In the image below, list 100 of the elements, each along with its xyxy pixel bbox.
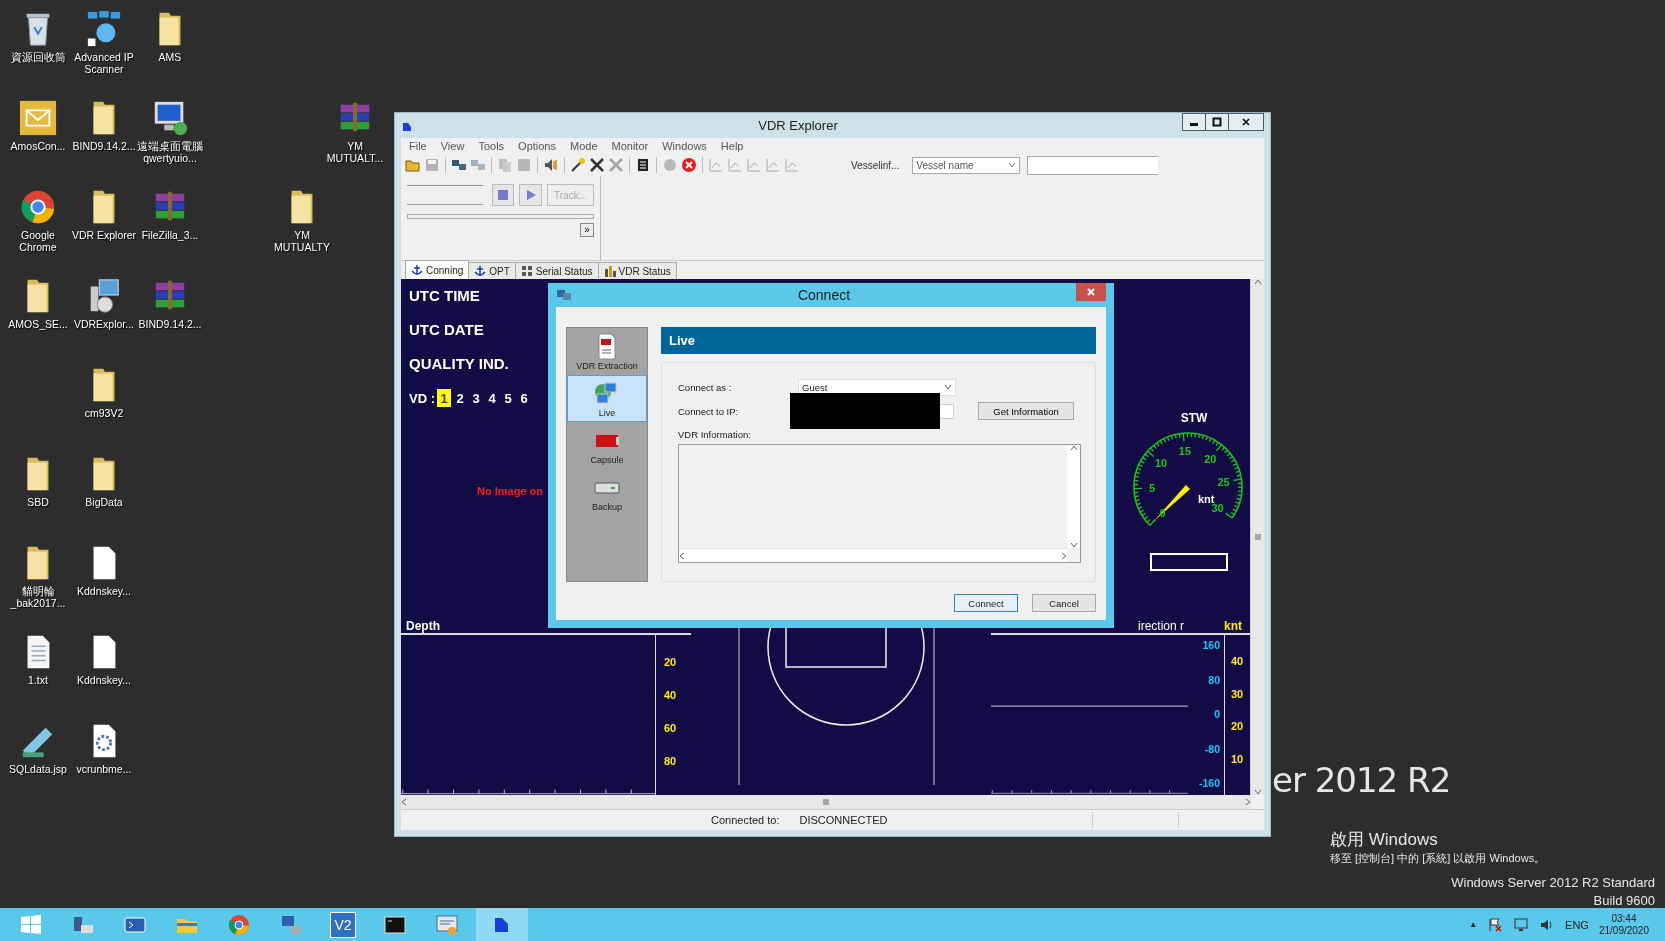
scroll-left-icon[interactable] <box>401 798 407 806</box>
scroll-up-icon[interactable] <box>1253 279 1262 285</box>
panel-title: irection r <box>1137 619 1185 633</box>
tab[interactable]: Serial Status <box>514 262 599 279</box>
close-button[interactable] <box>1076 283 1106 301</box>
folder-open-icon[interactable] <box>405 157 421 173</box>
gauge-number: 5 <box>1148 482 1156 494</box>
icon-label: AmosCon... <box>10 140 66 152</box>
close-button[interactable] <box>1228 113 1264 131</box>
scroll-left-icon[interactable] <box>679 551 685 560</box>
icon-label: Kddnskey... <box>76 585 132 597</box>
computers-icon[interactable] <box>451 157 467 173</box>
status-label: Connected to: <box>711 814 780 826</box>
icon-label: SQLdata.jsp <box>9 763 67 775</box>
cancel-button[interactable]: Cancel <box>1032 594 1096 612</box>
axis-label: 160 <box>1201 639 1220 651</box>
navigation-item[interactable]: Backup <box>567 469 647 516</box>
text-field[interactable] <box>1027 155 1159 175</box>
vessel-name-dropdown[interactable]: Vessel name <box>912 156 1021 174</box>
window-app-icon[interactable] <box>435 912 459 937</box>
gauge-number: 15 <box>1178 445 1192 458</box>
channel-number[interactable]: 6 <box>517 389 531 407</box>
menu-item[interactable]: Options <box>518 140 556 152</box>
play-button[interactable] <box>519 184 543 206</box>
list-icon[interactable] <box>635 157 651 173</box>
icon-label: YM MUTUALT... <box>325 140 385 164</box>
stop-button[interactable] <box>491 184 515 206</box>
menu-item[interactable]: Mode <box>570 140 598 152</box>
taskbar-button[interactable] <box>476 908 528 941</box>
tab[interactable]: OPT <box>468 262 516 279</box>
show-hidden-icons-button[interactable]: ▲ <box>1469 920 1478 929</box>
clock[interactable]: 03:44 21/09/2020 <box>1598 912 1649 937</box>
menu-item[interactable]: Help <box>720 140 744 152</box>
axis-label: -160 <box>1198 777 1220 789</box>
field-label: QUALITY IND. <box>409 355 510 374</box>
connect-button[interactable]: Connect <box>954 594 1018 612</box>
stop-icon[interactable] <box>496 189 509 201</box>
maximize-icon[interactable] <box>1212 117 1222 127</box>
computers-icon <box>556 288 572 302</box>
icon-label: SBD <box>27 496 49 508</box>
tools-icon[interactable] <box>589 157 605 173</box>
menu-item[interactable]: Tools <box>478 140 505 152</box>
info-text-area[interactable] <box>678 444 1081 563</box>
icon-label: VDR Explorer <box>71 229 137 241</box>
wand-icon[interactable] <box>570 157 586 173</box>
expand-button[interactable]: » <box>580 223 594 237</box>
language-indicator[interactable]: ENG <box>1565 918 1589 931</box>
vertical-scrollbar[interactable] <box>1250 279 1264 795</box>
icon-label: BIND9.14.2... <box>72 140 136 152</box>
envelope-icon[interactable] <box>19 99 57 137</box>
taskbar-button[interactable]: V2 <box>320 908 366 941</box>
scroll-up-icon[interactable] <box>1069 445 1078 451</box>
navigation-item[interactable]: Live <box>567 375 647 422</box>
menu-item[interactable]: File <box>409 140 427 152</box>
vd-label: VD : <box>409 390 435 406</box>
channel-number[interactable]: 4 <box>485 389 499 407</box>
horizontal-scrollbar[interactable] <box>401 795 1251 809</box>
cancel-icon[interactable] <box>681 157 697 173</box>
menu-item[interactable]: Monitor <box>611 140 649 152</box>
play-icon[interactable] <box>524 189 537 201</box>
icon-label: FileZilla_3... <box>141 229 199 241</box>
icon-label: cm93V2 <box>84 407 124 419</box>
activation-title: 啟用 Windows <box>1330 829 1438 851</box>
edition-text: Windows Server 2012 R2 Standard <box>1451 875 1655 890</box>
bars-icon <box>603 265 616 277</box>
axis-label: 80 <box>664 754 678 767</box>
menu-item[interactable]: View <box>440 140 465 152</box>
tab[interactable]: Conning <box>405 260 470 279</box>
speaker-icon[interactable] <box>543 157 559 173</box>
scroll-down-icon[interactable] <box>1069 542 1078 548</box>
icon-label: AMOS_SE... <box>8 318 68 330</box>
network-icon[interactable] <box>1513 916 1530 933</box>
field-label: Connect as : <box>678 381 733 393</box>
field-label: Connect to IP: <box>678 405 740 417</box>
get-information-button[interactable]: Get Information <box>978 402 1074 420</box>
channel-number[interactable]: 5 <box>501 389 515 407</box>
scroll-right-icon[interactable] <box>1245 798 1251 806</box>
navigation-item[interactable]: VDR Extraction <box>567 328 647 375</box>
round-browser-icon[interactable] <box>19 188 57 226</box>
icon-label: 1.txt <box>28 674 48 686</box>
dialog-title: Connect <box>796 287 852 303</box>
navigation-item[interactable]: Capsule <box>567 422 647 469</box>
flag-icon[interactable] <box>1487 916 1504 933</box>
channel-number[interactable]: 1 <box>437 389 451 407</box>
minimize-button[interactable] <box>1182 113 1206 131</box>
channel-number[interactable]: 2 <box>453 389 467 407</box>
axis-label: 20 <box>1231 720 1245 733</box>
menu-item[interactable]: Windows <box>662 140 707 152</box>
network-computers-icon[interactable] <box>85 10 123 48</box>
scroll-right-icon[interactable] <box>1061 551 1067 560</box>
icon-label: VDRExplor... <box>73 318 135 330</box>
tab[interactable]: VDR Status <box>597 262 677 279</box>
scroll-down-icon[interactable] <box>1253 789 1262 795</box>
gauge-number: 25 <box>1217 475 1230 488</box>
maximize-button[interactable] <box>1205 113 1229 131</box>
grip-icon <box>1253 533 1262 541</box>
channel-number[interactable]: 3 <box>469 389 483 407</box>
gauge-number: 0 <box>1159 506 1166 519</box>
ip-address-field[interactable] <box>940 403 954 419</box>
close-icon[interactable] <box>1241 117 1251 127</box>
